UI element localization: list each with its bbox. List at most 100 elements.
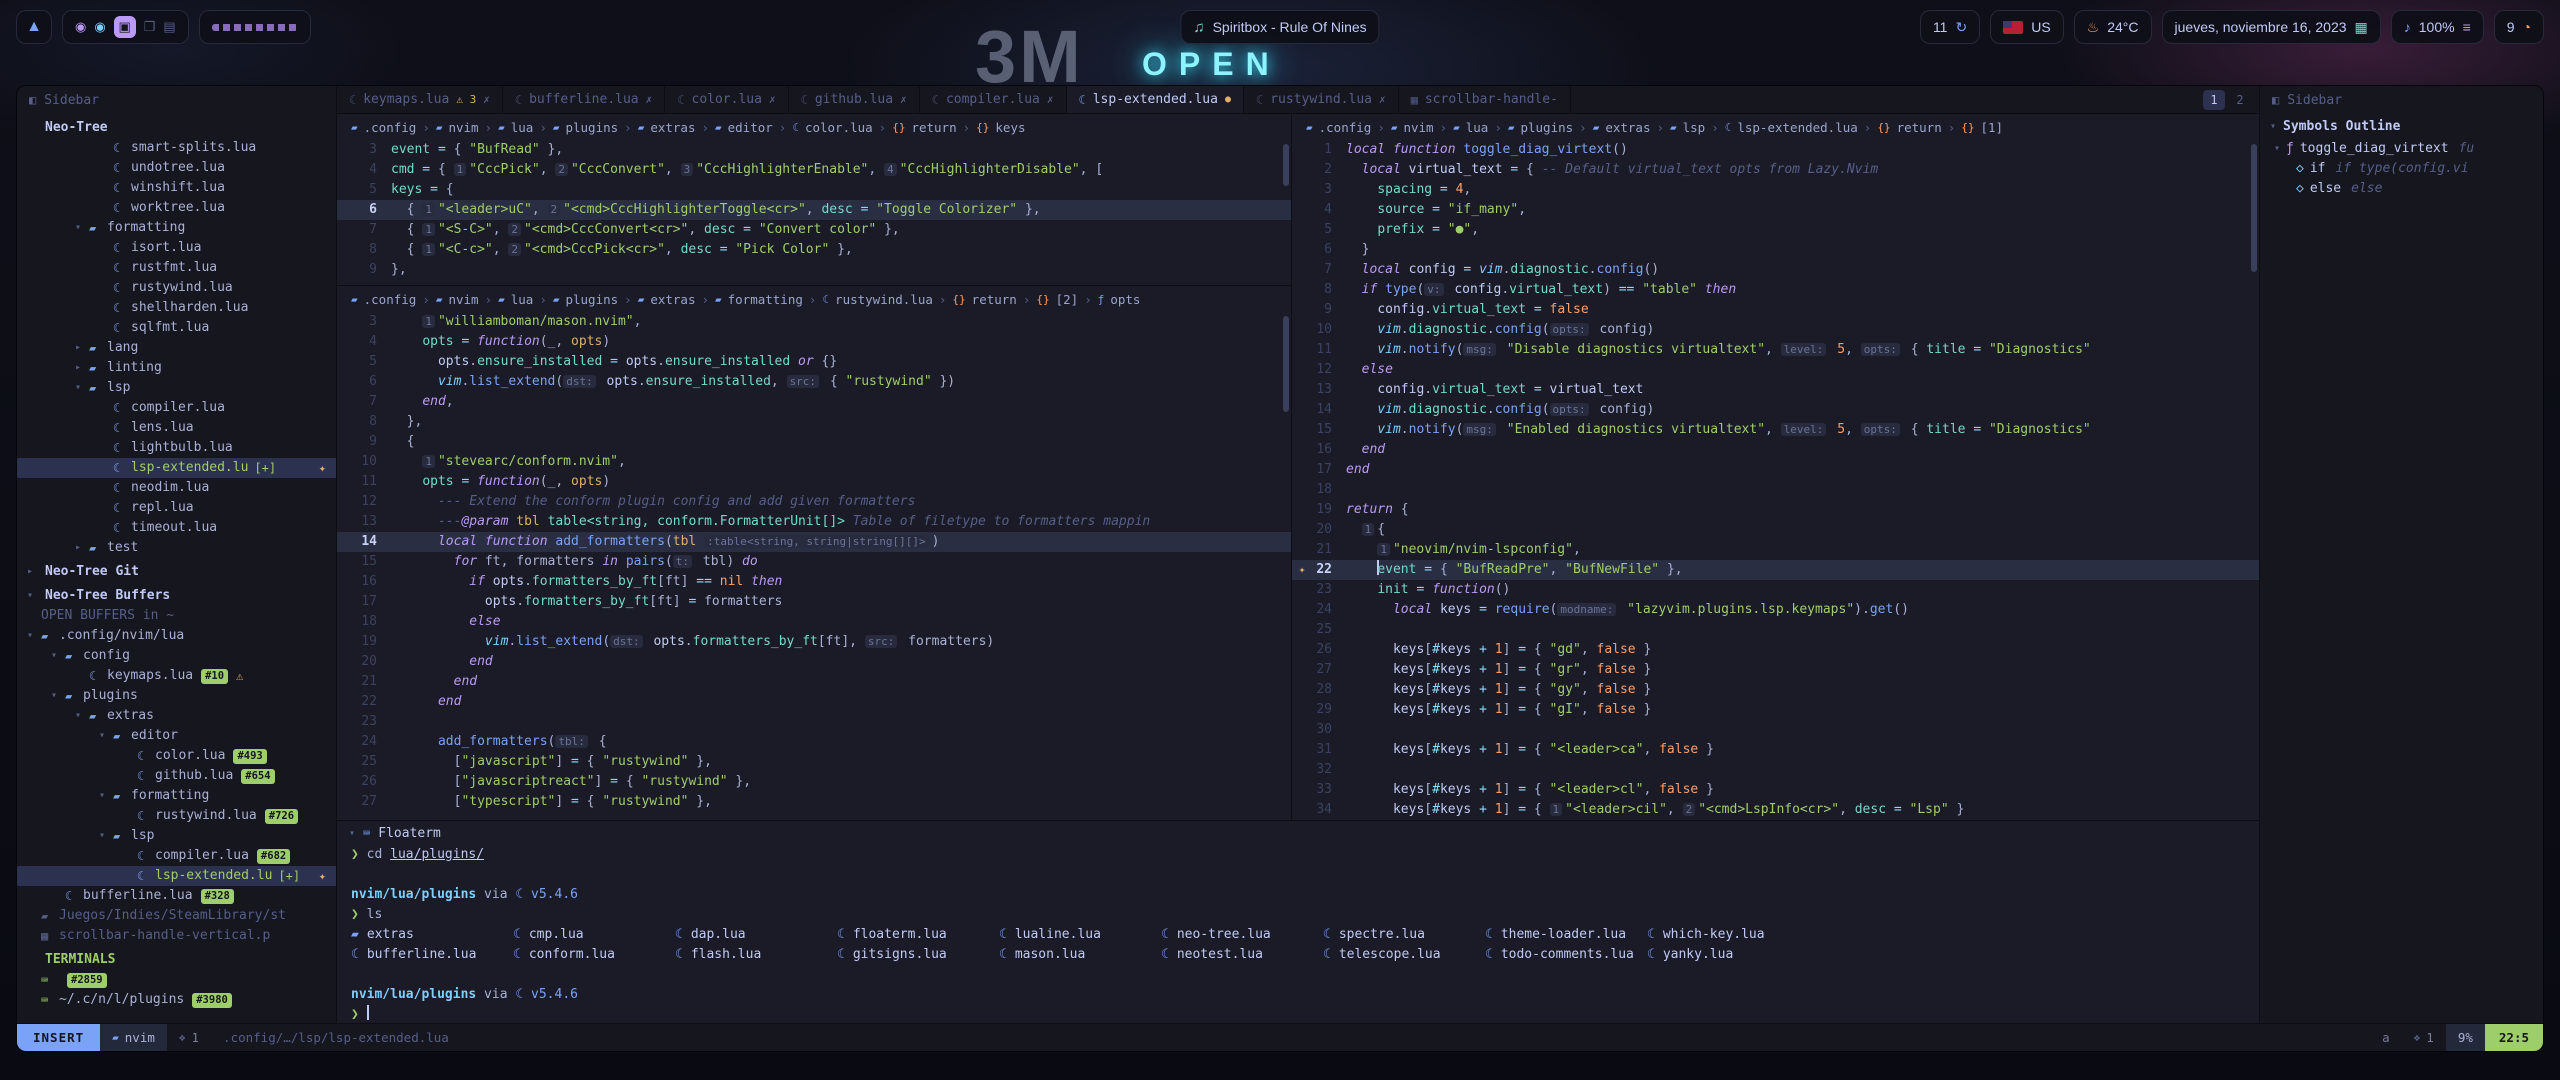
tab-scrollbar-handle-[interactable]: ▦scrollbar-handle- xyxy=(1399,86,1571,113)
chevron-down-icon[interactable]: ▾ xyxy=(349,828,355,839)
tree-row[interactable]: ▾▰.config/nvim/lua xyxy=(17,626,336,646)
tab-color-lua[interactable]: ☾color.lua✗ xyxy=(665,86,788,113)
breadcrumb-item[interactable]: formatting xyxy=(728,292,803,307)
tree-row[interactable]: OPEN BUFFERS in ~ xyxy=(17,606,336,626)
breadcrumb-item[interactable]: extras xyxy=(1605,120,1650,135)
scrollbar[interactable] xyxy=(1283,144,1289,186)
tree-row[interactable]: ▾▰lsp xyxy=(17,826,336,846)
tree-row[interactable]: ☾compiler.lua xyxy=(17,398,336,418)
tab-keymaps-lua[interactable]: ☾keymaps.lua⚠ 3✗ xyxy=(337,86,503,113)
tree-row[interactable]: ☾neodim.lua xyxy=(17,478,336,498)
tree-section-header[interactable]: ▾Neo-Tree Buffers xyxy=(17,586,336,606)
tree-row[interactable]: ⌨#2859 xyxy=(17,970,336,990)
tree-row[interactable]: ▾▰lsp xyxy=(17,378,336,398)
tree-row[interactable]: ▾▰extras xyxy=(17,706,336,726)
tabpage-2[interactable]: 2 xyxy=(2229,90,2251,110)
scrollbar[interactable] xyxy=(2251,144,2257,272)
tree-row[interactable]: ☾sqlfmt.lua xyxy=(17,318,336,338)
tab-lsp-extended-lua[interactable]: ☾lsp-extended.lua● xyxy=(1067,86,1245,113)
breadcrumb-item[interactable]: nvim xyxy=(448,120,478,135)
tree-row[interactable]: ☾worktree.lua xyxy=(17,198,336,218)
tree-row[interactable]: ▾▰formatting xyxy=(17,786,336,806)
breadcrumb-item[interactable]: lua xyxy=(511,292,534,307)
tree-row[interactable]: ☾timeout.lua xyxy=(17,518,336,538)
tree-row[interactable]: ▾▰formatting xyxy=(17,218,336,238)
breadcrumb-item[interactable]: lsp-extended.lua xyxy=(1737,120,1857,135)
launcher-button[interactable]: ▲ xyxy=(16,10,52,44)
code-area[interactable]: 3 1"williamboman/mason.nvim", 4 opts = f… xyxy=(337,312,1291,812)
breadcrumb-item[interactable]: return xyxy=(911,120,956,135)
date-widget[interactable]: jueves, noviembre 16, 2023 ▦ xyxy=(2162,10,2381,44)
breadcrumb-item[interactable]: extras xyxy=(650,120,695,135)
tree-row[interactable]: ☾lens.lua xyxy=(17,418,336,438)
breadcrumb-item[interactable]: color.lua xyxy=(805,120,873,135)
floaterm-body[interactable]: ❯ cd lua/plugins/ nvim/lua/plugins via ☾… xyxy=(337,845,2259,1023)
tree-row[interactable]: ▾▰plugins xyxy=(17,686,336,706)
breadcrumb-item[interactable]: [1] xyxy=(1981,120,2004,135)
tree-row[interactable]: ▸▰lang xyxy=(17,338,336,358)
tabpage-1[interactable]: 1 xyxy=(2203,90,2225,110)
scrollbar[interactable] xyxy=(1283,316,1289,412)
tree-row[interactable]: ☾lsp-extended.lu[+]✦ xyxy=(17,866,336,886)
neotree-body[interactable]: Neo-Tree ☾smart-splits.lua ☾undotree.lua… xyxy=(17,114,336,1023)
tree-row[interactable]: ☾rustfmt.lua xyxy=(17,258,336,278)
tree-row[interactable]: ▸▰linting xyxy=(17,358,336,378)
tree-row[interactable]: ▾▰editor xyxy=(17,726,336,746)
breadcrumb-item[interactable]: lua xyxy=(511,120,534,135)
outline-item-function[interactable]: ▾ ƒ toggle_diag_virtext fu xyxy=(2260,138,2543,158)
breadcrumb-item[interactable]: extras xyxy=(650,292,695,307)
workspace-icon-5[interactable]: ▤ xyxy=(163,19,175,35)
breadcrumb-item[interactable]: [2] xyxy=(1056,292,1079,307)
window-title-pill[interactable] xyxy=(199,10,311,44)
tree-section-header[interactable]: Neo-Tree xyxy=(17,118,336,138)
tree-row[interactable]: ☾bufferline.lua#328 xyxy=(17,886,336,906)
weather-widget[interactable]: ♨ 24°C xyxy=(2074,10,2152,44)
outline-item-if[interactable]: ◇ if if type(config.vi xyxy=(2260,158,2543,178)
tree-row[interactable]: ☾shellharden.lua xyxy=(17,298,336,318)
editor-pane-lsp-extended-lua[interactable]: ▰.config›▰nvim›▰lua›▰plugins›▰extras›▰ls… xyxy=(1292,114,2259,820)
tree-row[interactable]: ☾github.lua#654 xyxy=(17,766,336,786)
outline-header[interactable]: ▾ Symbols Outline xyxy=(2260,114,2543,138)
workspace-icon-4[interactable]: ❐ xyxy=(144,19,156,35)
tree-row[interactable]: ☾compiler.lua#682 xyxy=(17,846,336,866)
tree-row[interactable]: ☾isort.lua xyxy=(17,238,336,258)
close-icon[interactable]: ✗ xyxy=(900,93,907,106)
tree-row[interactable]: ☾rustywind.lua xyxy=(17,278,336,298)
breadcrumb-item[interactable]: keys xyxy=(995,120,1025,135)
music-widget[interactable]: ♫ Spiritbox - Rule Of Nines xyxy=(1180,10,1379,44)
close-icon[interactable]: ✗ xyxy=(1379,93,1386,106)
tab-github-lua[interactable]: ☾github.lua✗ xyxy=(789,86,920,113)
tab-compiler-lua[interactable]: ☾compiler.lua✗ xyxy=(920,86,1067,113)
tree-section-header[interactable]: ▸Neo-Tree Git xyxy=(17,562,336,582)
tab-bufferline-lua[interactable]: ☾bufferline.lua✗ xyxy=(503,86,665,113)
tree-row[interactable]: ☾keymaps.lua#10⚠ xyxy=(17,666,336,686)
close-icon[interactable]: ✗ xyxy=(1047,93,1054,106)
breadcrumb-item[interactable]: return xyxy=(972,292,1017,307)
editor-pane-color-lua[interactable]: ▰.config›▰nvim›▰lua›▰plugins›▰extras›▰ed… xyxy=(337,114,1291,286)
breadcrumb-item[interactable]: .config xyxy=(364,120,417,135)
floaterm[interactable]: ▾ ⌨ Floaterm ❯ cd lua/plugins/ nvim/lua/… xyxy=(337,820,2259,1023)
tree-row[interactable]: ☾undotree.lua xyxy=(17,158,336,178)
tab-rustywind-lua[interactable]: ☾rustywind.lua✗ xyxy=(1244,86,1399,113)
keyboard-layout-widget[interactable]: US xyxy=(1990,10,2063,44)
close-icon[interactable]: ✗ xyxy=(646,93,653,106)
close-icon[interactable]: ✗ xyxy=(769,93,776,106)
breadcrumb-item[interactable]: .config xyxy=(364,292,417,307)
tree-row[interactable]: ☾lightbulb.lua xyxy=(17,438,336,458)
volume-widget[interactable]: ♪ 100% ≡ xyxy=(2391,10,2484,44)
tree-row[interactable]: ☾lsp-extended.lu[+]✦ xyxy=(17,458,336,478)
breadcrumb-item[interactable]: lua xyxy=(1466,120,1489,135)
workspace-icon-2[interactable]: ◉ xyxy=(94,19,105,35)
code-area[interactable]: 1local function toggle_diag_virtext() 2 … xyxy=(1292,140,2259,820)
workspace-icon-active[interactable]: ▣ xyxy=(114,16,136,38)
breadcrumb-item[interactable]: nvim xyxy=(448,292,478,307)
tree-row[interactable]: ☾winshift.lua xyxy=(17,178,336,198)
tree-row[interactable]: ▾▰config xyxy=(17,646,336,666)
tree-row[interactable]: ▸▰test xyxy=(17,538,336,558)
tree-row[interactable]: ☾repl.lua xyxy=(17,498,336,518)
outline-item-else[interactable]: ◇ else else xyxy=(2260,178,2543,198)
breadcrumb-item[interactable]: plugins xyxy=(1520,120,1573,135)
tree-row[interactable]: ☾color.lua#493 xyxy=(17,746,336,766)
breadcrumb-item[interactable]: rustywind.lua xyxy=(835,292,933,307)
breadcrumb-item[interactable]: plugins xyxy=(565,120,618,135)
